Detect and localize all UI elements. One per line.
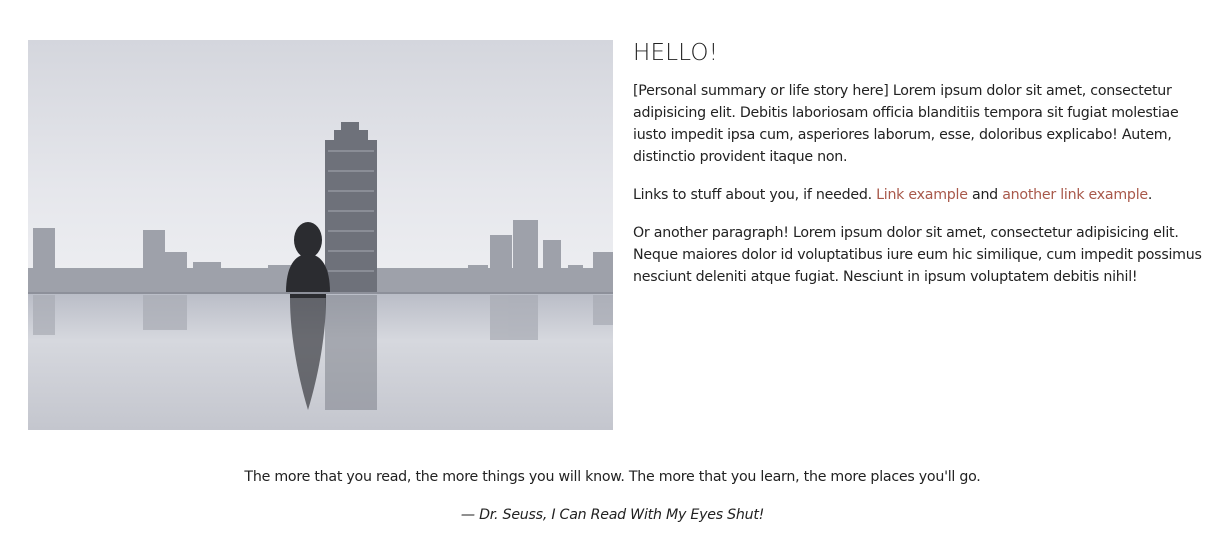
- links-end-text: .: [1147, 187, 1153, 203]
- quote-text: The more that you read, the more things …: [244, 469, 981, 485]
- quote-citation: — Dr. Seuss, I Can Read With My Eyes Shu…: [460, 507, 765, 523]
- links-middle-text: and: [967, 187, 1003, 203]
- link-example[interactable]: Link example: [876, 187, 968, 203]
- page-heading: HELLO!: [633, 40, 719, 66]
- intro-section: HELLO! [Personal summary or life story h…: [633, 38, 1203, 304]
- links-lead-text: Links to stuff about you, if needed.: [633, 187, 877, 203]
- cityscape-pool-image: [28, 40, 613, 430]
- links-paragraph: Links to stuff about you, if needed. Lin…: [633, 184, 1203, 206]
- hero-photo: [28, 40, 613, 430]
- quote-section: The more that you read, the more things …: [0, 466, 1225, 526]
- about-page: HELLO! [Personal summary or life story h…: [0, 0, 1225, 539]
- personal-summary: [Personal summary or life story here] Lo…: [633, 83, 1179, 165]
- second-paragraph: Or another paragraph! Lorem ipsum dolor …: [633, 225, 1202, 285]
- another-link-example[interactable]: another link example: [1002, 187, 1148, 203]
